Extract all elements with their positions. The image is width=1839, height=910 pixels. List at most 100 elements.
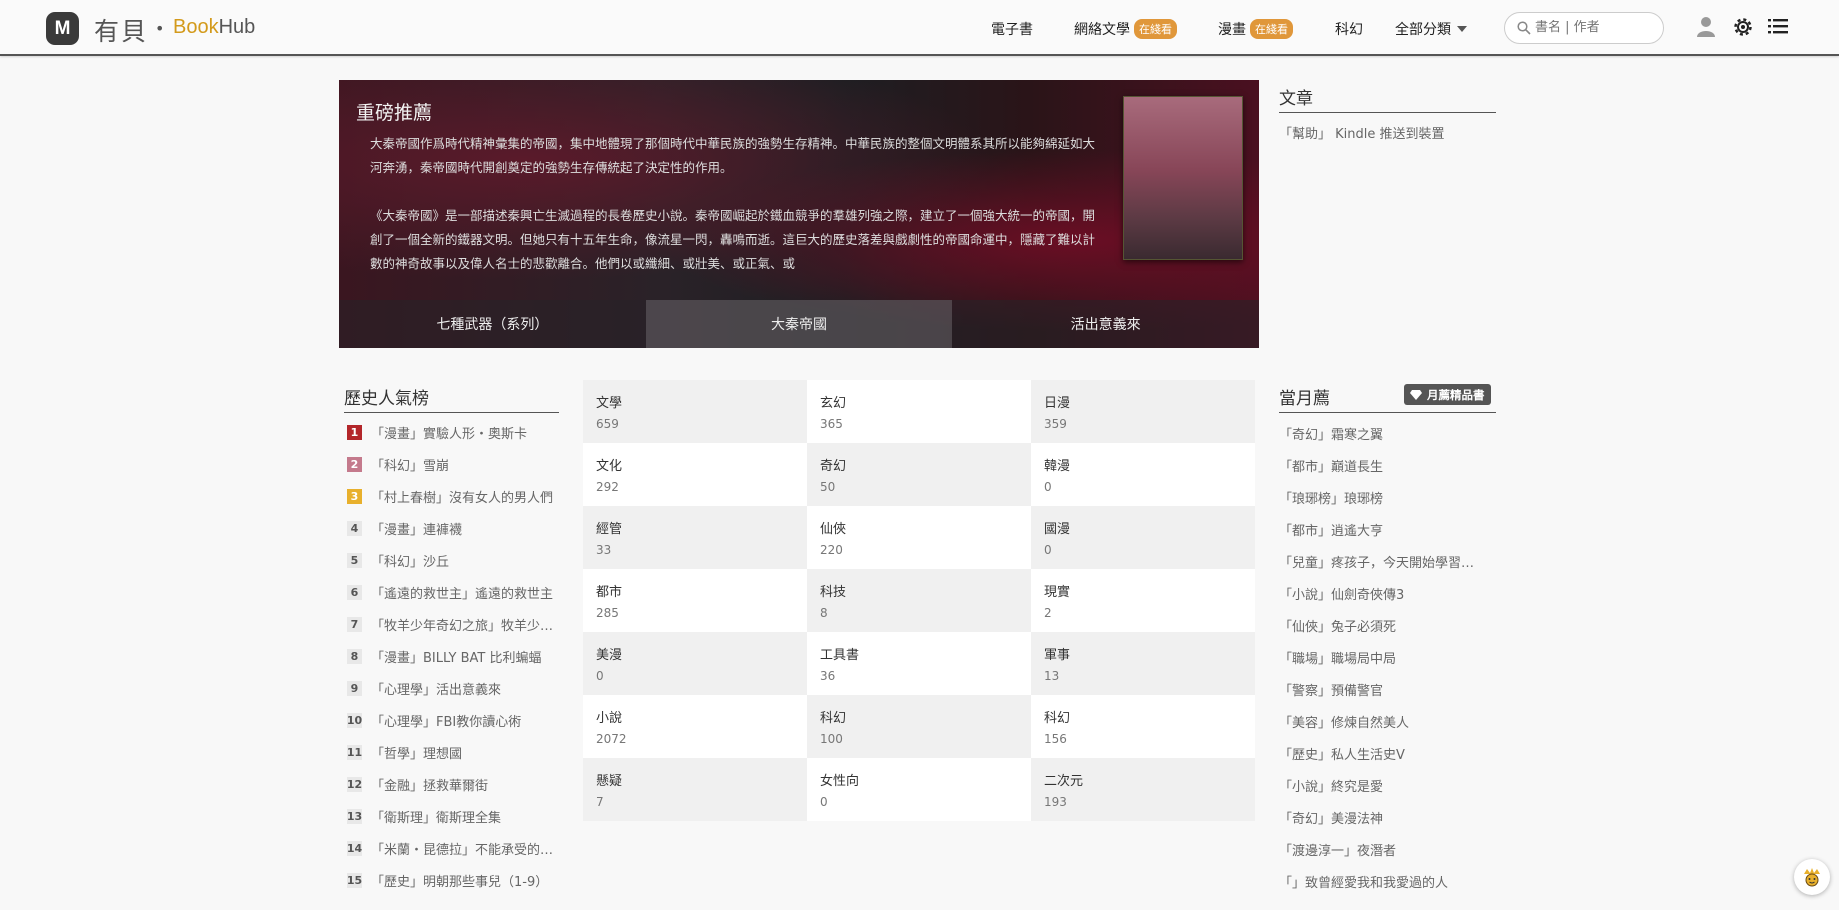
category-cell[interactable]: 工具書 36 xyxy=(807,632,1031,695)
ranking-item[interactable]: 7 「牧羊少年奇幻之旅」牧羊少年奇幻之旅 xyxy=(347,614,567,634)
category-cell[interactable]: 二次元 193 xyxy=(1031,758,1255,821)
settings-gear-icon[interactable] xyxy=(1732,16,1754,38)
nav-web-literature[interactable]: 網絡文學 在綫看 xyxy=(1074,19,1177,39)
category-cell[interactable]: 現實 2 xyxy=(1031,569,1255,632)
search-box[interactable] xyxy=(1504,12,1664,44)
monthly-item[interactable]: 「小說」仙劍奇俠傳3 xyxy=(1279,584,1479,603)
category-cell[interactable]: 文化 292 xyxy=(583,443,807,506)
search-icon xyxy=(1517,21,1531,35)
nav-comics[interactable]: 漫畫 在綫看 xyxy=(1218,19,1293,39)
divider xyxy=(1279,112,1496,113)
nav-label: 電子書 xyxy=(991,22,1033,38)
ranking-item[interactable]: 11 「哲學」理想國 xyxy=(347,742,567,762)
brand-book: Book xyxy=(173,16,219,38)
category-cell[interactable]: 都市 285 xyxy=(583,569,807,632)
book-cover-image[interactable] xyxy=(1123,96,1243,260)
featured-banner: 重磅推薦 大秦帝國作爲時代精神彙集的帝國，集中地體現了那個時代中華民族的強勢生存… xyxy=(339,80,1259,348)
ranking-item[interactable]: 8 「漫畫」BILLY BAT 比利蝙蝠 xyxy=(347,646,567,666)
monthly-item[interactable]: 「兒童」疼孩子，今天開始學習正面管教 xyxy=(1279,552,1479,571)
category-cell[interactable]: 軍事 13 xyxy=(1031,632,1255,695)
ranking-item[interactable]: 9 「心理學」活出意義來 xyxy=(347,678,567,698)
monthly-item[interactable]: 「」致曾經愛我和我愛過的人 xyxy=(1279,872,1479,891)
ranking-item[interactable]: 15 「歷史」明朝那些事兒（1-9） xyxy=(347,870,567,890)
rank-number: 11 xyxy=(346,744,363,760)
category-count: 220 xyxy=(820,543,843,557)
monthly-item[interactable]: 「小說」終究是愛 xyxy=(1279,776,1479,795)
category-cell[interactable]: 美漫 0 xyxy=(583,632,807,695)
rank-title: 「衛斯理」衛斯理全集 xyxy=(371,810,502,826)
monthly-item[interactable]: 「仙俠」兔子必須死 xyxy=(1279,616,1479,635)
category-count: 659 xyxy=(596,417,619,431)
category-cell[interactable]: 國漫 0 xyxy=(1031,506,1255,569)
category-cell[interactable]: 韓漫 0 xyxy=(1031,443,1255,506)
tab-qin-empire[interactable]: 大秦帝國 xyxy=(645,300,953,348)
tab-seven-weapons[interactable]: 七種武器（系列） xyxy=(339,300,646,348)
category-cell[interactable]: 仙俠 220 xyxy=(807,506,1031,569)
ranking-item[interactable]: 10 「心理學」FBI教你讀心術 xyxy=(347,710,567,730)
ranking-item[interactable]: 5 「科幻」沙丘 xyxy=(347,550,567,570)
floating-helper-button[interactable] xyxy=(1794,859,1830,895)
monthly-item[interactable]: 「奇幻」霜寒之翼 xyxy=(1279,424,1479,443)
search-input[interactable] xyxy=(1535,20,1655,35)
monthly-item[interactable]: 「奇幻」美漫法神 xyxy=(1279,808,1479,827)
category-cell[interactable]: 科幻 100 xyxy=(807,695,1031,758)
category-cell[interactable]: 奇幻 50 xyxy=(807,443,1031,506)
monthly-item[interactable]: 「美容」修煉自然美人 xyxy=(1279,712,1479,731)
category-cell[interactable]: 女性向 0 xyxy=(807,758,1031,821)
category-cell[interactable]: 小說 2072 xyxy=(583,695,807,758)
category-count: 8 xyxy=(820,606,828,620)
category-count: 13 xyxy=(1044,669,1060,683)
category-name: 美漫 xyxy=(596,648,623,663)
category-name: 二次元 xyxy=(1044,774,1084,789)
logo-separator: • xyxy=(155,19,165,38)
nav-all-categories[interactable]: 全部分類 xyxy=(1395,19,1467,39)
article-link[interactable]: 「幫助」 Kindle 推送到裝置 xyxy=(1279,123,1445,142)
category-count: 193 xyxy=(1044,795,1067,809)
rank-number: 2 xyxy=(347,456,362,472)
category-name: 奇幻 xyxy=(820,459,847,474)
logo-icon[interactable]: M xyxy=(46,12,79,45)
category-cell[interactable]: 懸疑 7 xyxy=(583,758,807,821)
category-cell[interactable]: 科技 8 xyxy=(807,569,1031,632)
category-cell[interactable]: 日漫 359 xyxy=(1031,380,1255,443)
rank-number: 14 xyxy=(346,840,363,856)
ranking-item[interactable]: 14 「米蘭・昆德拉」不能承受的生命之輕 xyxy=(347,838,567,858)
monthly-badge: 月薦精品書 xyxy=(1404,384,1491,405)
ranking-item[interactable]: 1 「漫畫」實驗人形・奧斯卡 xyxy=(347,422,567,442)
ranking-item[interactable]: 3 「村上春樹」沒有女人的男人們 xyxy=(347,486,567,506)
monthly-item[interactable]: 「琅琊榜」琅琊榜 xyxy=(1279,488,1479,507)
online-badge: 在綫看 xyxy=(1134,19,1177,39)
category-count: 156 xyxy=(1044,732,1067,746)
monthly-item[interactable]: 「警察」預備警官 xyxy=(1279,680,1479,699)
category-cell[interactable]: 文學 659 xyxy=(583,380,807,443)
monthly-item[interactable]: 「都市」逍遙大亨 xyxy=(1279,520,1479,539)
ranking-item[interactable]: 6 「遙遠的救世主」遙遠的救世主 xyxy=(347,582,567,602)
ranking-item[interactable]: 2 「科幻」雪崩 xyxy=(347,454,567,474)
rank-number: 7 xyxy=(347,616,362,632)
category-cell[interactable]: 玄幻 365 xyxy=(807,380,1031,443)
ranking-item[interactable]: 12 「金融」拯救華爾街 xyxy=(347,774,567,794)
brand-logo[interactable]: BookHub xyxy=(173,16,255,39)
ranking-item[interactable]: 4 「漫畫」連褲襪 xyxy=(347,518,567,538)
monthly-title: 當月薦 xyxy=(1279,389,1330,409)
rank-title: 「漫畫」連褲襪 xyxy=(371,522,463,538)
category-name: 科技 xyxy=(820,585,847,600)
category-cell[interactable]: 科幻 156 xyxy=(1031,695,1255,758)
monthly-item[interactable]: 「渡邊淳一」夜潛者 xyxy=(1279,840,1479,859)
nav-scifi[interactable]: 科幻 xyxy=(1335,19,1363,39)
diamond-icon xyxy=(1410,389,1422,400)
category-name: 仙俠 xyxy=(820,522,847,537)
category-count: 50 xyxy=(820,480,836,494)
rank-title: 「漫畫」實驗人形・奧斯卡 xyxy=(371,426,528,442)
logo-text[interactable]: 有貝 xyxy=(94,12,148,48)
monthly-item[interactable]: 「都市」巔道長生 xyxy=(1279,456,1479,475)
menu-list-icon[interactable] xyxy=(1768,16,1788,36)
ranking-item[interactable]: 13 「衛斯理」衛斯理全集 xyxy=(347,806,567,826)
user-icon[interactable] xyxy=(1696,16,1716,38)
rank-number: 10 xyxy=(346,712,363,728)
monthly-item[interactable]: 「歷史」私人生活史V xyxy=(1279,744,1479,763)
tab-mans-search-for-meaning[interactable]: 活出意義來 xyxy=(952,300,1259,348)
monthly-item[interactable]: 「職場」職場局中局 xyxy=(1279,648,1479,667)
nav-ebooks[interactable]: 電子書 xyxy=(991,19,1033,39)
category-cell[interactable]: 經管 33 xyxy=(583,506,807,569)
